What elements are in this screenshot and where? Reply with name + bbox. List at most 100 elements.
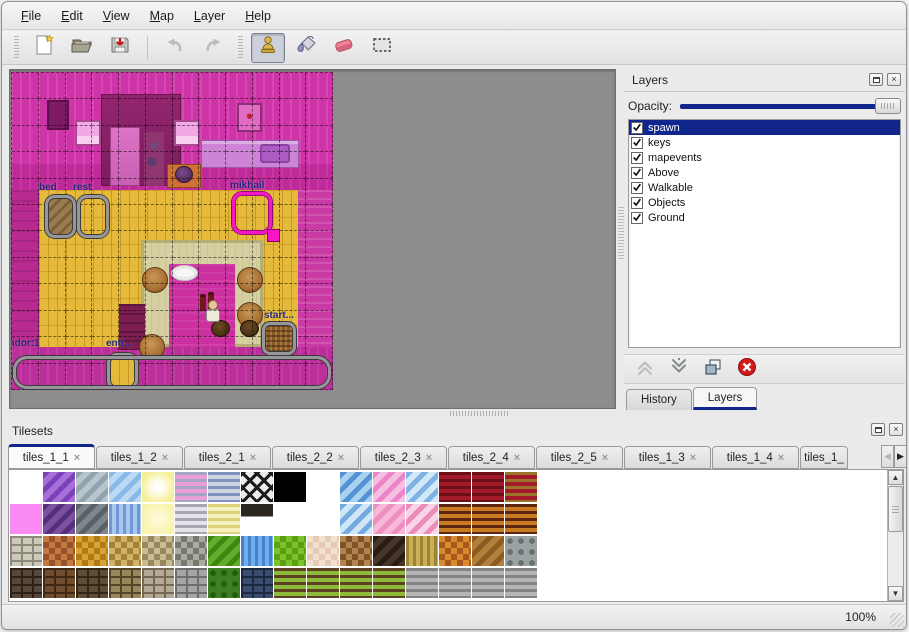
tile-cobble-gray[interactable] [175, 536, 207, 566]
tile-blank[interactable] [307, 504, 339, 534]
save-map-button[interactable] [103, 33, 137, 63]
tile-stripes-gray[interactable] [175, 504, 207, 534]
tileset-tab-tiles_1_1[interactable]: tiles_1_1× [8, 444, 95, 469]
tile-brick-umber[interactable] [76, 568, 108, 598]
tab-close-icon[interactable]: × [426, 452, 432, 464]
tab-close-icon[interactable]: × [778, 452, 784, 464]
tile-grass-green[interactable] [274, 536, 306, 566]
tileset-tab-tiles_1_2[interactable]: tiles_1_2× [96, 446, 183, 469]
tile-sign-dark[interactable] [241, 504, 273, 534]
tile-water-ripple[interactable] [109, 504, 141, 534]
layer-visibility-checkbox[interactable] [631, 152, 643, 164]
tile-glass-pink[interactable] [373, 472, 405, 502]
tileset-tab-tiles_1_3[interactable]: tiles_1_3× [624, 446, 711, 469]
tileset-tabs-scroll-right[interactable]: ▶ [894, 445, 907, 468]
object-resize-handle[interactable] [267, 229, 280, 242]
tile-black[interactable] [274, 472, 306, 502]
layer-row-mapevents[interactable]: mapevents [629, 150, 900, 165]
tile-cobble-beige[interactable] [142, 536, 174, 566]
layer-row-objects[interactable]: Objects [629, 195, 900, 210]
tile-glass-blue-corner[interactable] [340, 504, 372, 534]
layer-visibility-checkbox[interactable] [631, 212, 643, 224]
tile-blank[interactable] [307, 472, 339, 502]
map-object-rest[interactable] [77, 195, 109, 238]
tile-furrows[interactable] [307, 568, 339, 598]
tile-planks-gray[interactable] [505, 568, 537, 598]
tab-close-icon[interactable]: × [74, 452, 80, 464]
menu-view[interactable]: View [94, 6, 139, 26]
menu-map[interactable]: Map [141, 6, 183, 26]
tileset-tab-tiles_2_5[interactable]: tiles_2_5× [536, 446, 623, 469]
tileset-tab-tiles_1_4[interactable]: tiles_1_4× [712, 446, 799, 469]
tile-planks-gray[interactable] [472, 568, 504, 598]
layer-visibility-checkbox[interactable] [631, 122, 643, 134]
layer-visibility-checkbox[interactable] [631, 182, 643, 194]
layer-visibility-checkbox[interactable] [631, 197, 643, 209]
menu-layer[interactable]: Layer [185, 6, 234, 26]
tileset-tabs-scroll-left[interactable]: ◀ [881, 445, 894, 468]
tile-blank[interactable] [10, 472, 42, 502]
tab-close-icon[interactable]: × [514, 452, 520, 464]
tile-glow-yellow[interactable] [142, 472, 174, 502]
tile-lattice[interactable] [241, 472, 273, 502]
tile-planks-gray[interactable] [406, 568, 438, 598]
tile-herringbone[interactable] [472, 536, 504, 566]
new-map-button[interactable] [27, 33, 61, 63]
tile-hedge-green[interactable] [208, 568, 240, 598]
tile-planks-gold[interactable] [406, 536, 438, 566]
tile-stones-tan[interactable] [109, 536, 141, 566]
tile-stripes-amber[interactable] [439, 504, 471, 534]
tile-furrows[interactable] [274, 568, 306, 598]
tile-blank[interactable] [274, 504, 306, 534]
tile-weave-orange[interactable] [439, 536, 471, 566]
tab-close-icon[interactable]: × [162, 452, 168, 464]
tile-sand-pale[interactable] [307, 536, 339, 566]
layer-row-spawn[interactable]: spawn [629, 120, 900, 135]
tile-glass-purple-dark[interactable] [43, 504, 75, 534]
opacity-slider-handle[interactable] [875, 98, 901, 114]
layer-row-keys[interactable]: keys [629, 135, 900, 150]
tile-furrows[interactable] [340, 568, 372, 598]
tileset-tab-tiles_2_1[interactable]: tiles_2_1× [184, 446, 271, 469]
tileset-scrollbar[interactable]: ▲ ▼ [887, 470, 903, 601]
tab-close-icon[interactable]: × [602, 452, 608, 464]
delete-layer-button[interactable] [734, 357, 760, 381]
tile-brick-gray[interactable] [175, 568, 207, 598]
menu-edit[interactable]: Edit [52, 6, 92, 26]
tile-wall-stone[interactable] [142, 568, 174, 598]
stamp-brush-button[interactable] [251, 33, 285, 63]
tilesets-close-button[interactable]: × [889, 423, 903, 436]
tile-waves-pink[interactable] [406, 504, 438, 534]
tile-stones-round[interactable] [505, 536, 537, 566]
tile-stripes-yellow[interactable] [208, 504, 240, 534]
tile-pink-solid[interactable] [10, 504, 42, 534]
map-viewport[interactable]: bedrestmikhailstart...entr...andor:1 [9, 69, 616, 409]
tile-scrub-brown[interactable] [340, 536, 372, 566]
menu-file[interactable]: File [12, 6, 50, 26]
tile-wood-dark[interactable] [373, 536, 405, 566]
tile-brick-navy[interactable] [241, 568, 273, 598]
toolbar-drag-handle[interactable] [14, 36, 19, 60]
tab-close-icon[interactable]: × [338, 452, 344, 464]
layers-float-button[interactable] [869, 73, 883, 86]
tile-glass-purple[interactable] [43, 472, 75, 502]
tile-tiles-gold[interactable] [76, 536, 108, 566]
tile-glass-pink-2[interactable] [373, 504, 405, 534]
tile-glass-gray-dark[interactable] [76, 504, 108, 534]
tile-stripes-slate[interactable] [208, 472, 240, 502]
layers-close-button[interactable]: × [887, 73, 901, 86]
bucket-fill-button[interactable] [289, 33, 323, 63]
map-object-andor1[interactable] [13, 356, 331, 389]
toolbar-drag-handle[interactable] [238, 36, 243, 60]
tileset-tab-tiles_1[interactable]: tiles_1_ [800, 446, 848, 469]
tile-curtain-red[interactable] [472, 472, 504, 502]
tab-close-icon[interactable]: × [250, 452, 256, 464]
tile-stripes-pink[interactable] [175, 472, 207, 502]
horizontal-splitter[interactable] [2, 410, 906, 417]
map-object-mikhail[interactable] [232, 192, 272, 234]
tile-field-green[interactable] [208, 536, 240, 566]
tile-planks-gray[interactable] [439, 568, 471, 598]
tile-stripes-amber[interactable] [505, 504, 537, 534]
menu-help[interactable]: Help [236, 6, 280, 26]
layer-row-walkable[interactable]: Walkable [629, 180, 900, 195]
